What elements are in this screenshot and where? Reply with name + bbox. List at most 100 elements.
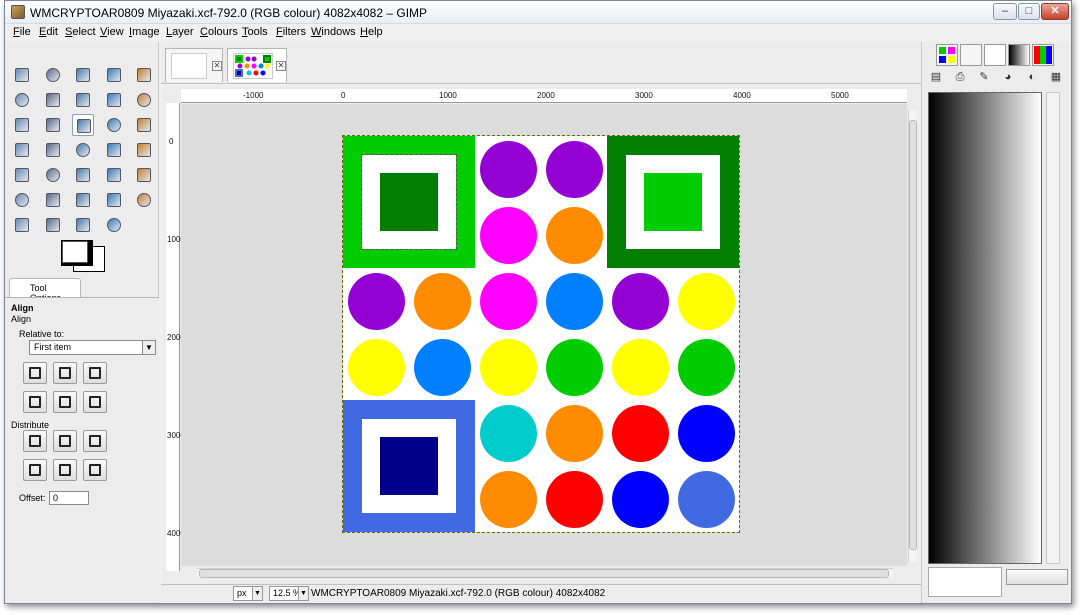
tab-colors[interactable] bbox=[1032, 44, 1054, 66]
eraser-tool[interactable] bbox=[11, 189, 33, 211]
tab-brushes[interactable] bbox=[984, 44, 1006, 66]
menu-view[interactable]: View bbox=[100, 26, 124, 38]
paths-tool[interactable] bbox=[72, 89, 94, 111]
move-tool[interactable] bbox=[42, 114, 64, 136]
by-color-select-tool[interactable] bbox=[133, 64, 155, 86]
close-icon[interactable]: ✕ bbox=[276, 61, 286, 71]
palette-icon[interactable]: ▦ bbox=[1048, 70, 1064, 84]
measure-tool[interactable] bbox=[11, 114, 33, 136]
vertical-scrollbar[interactable] bbox=[908, 110, 917, 562]
foreground-select-tool[interactable] bbox=[42, 89, 64, 111]
dock-scrollbar[interactable] bbox=[1046, 92, 1060, 564]
shear-tool[interactable] bbox=[42, 139, 64, 161]
free-select-tool[interactable] bbox=[72, 64, 94, 86]
menu-help[interactable]: Help bbox=[360, 26, 383, 38]
blend-tool[interactable] bbox=[72, 164, 94, 186]
color-picker-tool[interactable] bbox=[103, 89, 125, 111]
color-wheel-icon[interactable]: ◕ bbox=[1000, 70, 1016, 84]
pencil-tool[interactable] bbox=[103, 164, 125, 186]
window-title: WMCRYPTOAR0809 Miyazaki.xcf-792.0 (RGB c… bbox=[30, 6, 428, 20]
menu-edit[interactable]: Edit bbox=[39, 26, 58, 38]
title-bar: WMCRYPTOAR0809 Miyazaki.xcf-792.0 (RGB c… bbox=[5, 1, 1071, 24]
dodge-burn-tool[interactable] bbox=[103, 214, 125, 236]
distribute-top-button[interactable] bbox=[23, 459, 47, 481]
distribute-right-button[interactable] bbox=[83, 430, 107, 452]
image-content[interactable] bbox=[342, 135, 740, 533]
ruler-tick: 0 bbox=[341, 91, 346, 100]
text-tool[interactable] bbox=[11, 164, 33, 186]
align-middle-button[interactable] bbox=[53, 391, 77, 413]
airbrush-tool[interactable] bbox=[42, 189, 64, 211]
zoom-tool[interactable] bbox=[133, 89, 155, 111]
color-picker-icon bbox=[106, 93, 121, 107]
tab-tool-options[interactable]: Tool Options bbox=[9, 278, 81, 303]
ellipse-select-tool[interactable] bbox=[42, 64, 64, 86]
zoom-select[interactable]: 12.5 % ▼ bbox=[269, 586, 309, 601]
close-button[interactable]: ✕ bbox=[1041, 3, 1069, 20]
unit-select[interactable]: px ▼ bbox=[233, 586, 263, 601]
fg-bg-colors[interactable] bbox=[59, 238, 109, 276]
image-tab-blank[interactable]: ✕ bbox=[165, 48, 223, 82]
gradient-preview[interactable] bbox=[928, 92, 1042, 564]
layers-icon[interactable]: ▤ bbox=[928, 70, 944, 84]
tab-images[interactable] bbox=[960, 44, 982, 66]
maximize-button[interactable]: □ bbox=[1018, 3, 1040, 20]
paintbrush-tool[interactable] bbox=[133, 164, 155, 186]
align-center-button[interactable] bbox=[53, 362, 77, 384]
clone-tool[interactable] bbox=[103, 189, 125, 211]
brush-icon[interactable]: ✎ bbox=[976, 70, 992, 84]
square-block bbox=[607, 136, 739, 268]
printer-icon[interactable]: ⎙ bbox=[952, 70, 968, 84]
scale-tool[interactable] bbox=[11, 139, 33, 161]
minimize-button[interactable]: – bbox=[993, 3, 1017, 20]
menu-select[interactable]: Select bbox=[65, 26, 96, 38]
circle bbox=[479, 272, 537, 330]
distribute-middle-button[interactable] bbox=[53, 459, 77, 481]
dock-action-button[interactable] bbox=[1006, 569, 1068, 585]
perspective-tool[interactable] bbox=[72, 139, 94, 161]
menu-image[interactable]: Image bbox=[129, 26, 160, 38]
distribute-left-button[interactable] bbox=[23, 430, 47, 452]
tab-gradients[interactable] bbox=[1008, 44, 1030, 66]
close-icon[interactable]: ✕ bbox=[212, 61, 222, 71]
circle bbox=[545, 404, 603, 462]
menu-layer[interactable]: Layer bbox=[166, 26, 194, 38]
distribute-center-button[interactable] bbox=[53, 430, 77, 452]
scissors-select-tool[interactable] bbox=[11, 89, 33, 111]
heal-tool[interactable] bbox=[133, 189, 155, 211]
tab-palette[interactable] bbox=[936, 44, 958, 66]
align-left-button[interactable] bbox=[23, 362, 47, 384]
menu-filters[interactable]: Filters bbox=[276, 26, 306, 38]
bucket-fill-tool[interactable] bbox=[42, 164, 64, 186]
color-picker-icon[interactable]: ◐ bbox=[1024, 70, 1040, 84]
image-tab-miyazaki[interactable]: ✕ bbox=[227, 48, 287, 82]
menu-windows[interactable]: Windows bbox=[311, 26, 356, 38]
ink-tool[interactable] bbox=[72, 189, 94, 211]
rotate-tool[interactable] bbox=[133, 114, 155, 136]
fuzzy-select-icon bbox=[106, 68, 121, 82]
menu-file[interactable]: File bbox=[13, 26, 31, 38]
ruler-tick: 4000 bbox=[733, 91, 751, 100]
chevron-down-icon[interactable]: ▼ bbox=[142, 341, 155, 354]
align-right-button[interactable] bbox=[83, 362, 107, 384]
menu-tools[interactable]: Tools bbox=[242, 26, 268, 38]
align-tool[interactable] bbox=[72, 114, 94, 136]
crop-tool[interactable] bbox=[103, 114, 125, 136]
relative-to-select[interactable]: First item ▼ bbox=[29, 340, 156, 355]
flip-tool[interactable] bbox=[103, 139, 125, 161]
offset-input[interactable]: 0 bbox=[49, 491, 89, 505]
foreground-color[interactable] bbox=[61, 240, 93, 266]
distribute-bottom-button[interactable] bbox=[83, 459, 107, 481]
smudge-tool[interactable] bbox=[72, 214, 94, 236]
align-top-button[interactable] bbox=[23, 391, 47, 413]
rect-select-tool[interactable] bbox=[11, 64, 33, 86]
cage-transform-tool[interactable] bbox=[133, 139, 155, 161]
perspective-clone-tool[interactable] bbox=[11, 214, 33, 236]
image-canvas[interactable] bbox=[181, 104, 907, 566]
blur-tool[interactable] bbox=[42, 214, 64, 236]
align-bottom-button[interactable] bbox=[83, 391, 107, 413]
fuzzy-select-tool[interactable] bbox=[103, 64, 125, 86]
menu-colours[interactable]: Colours bbox=[200, 26, 238, 38]
horizontal-scrollbar[interactable] bbox=[197, 568, 893, 578]
circle bbox=[545, 140, 603, 198]
